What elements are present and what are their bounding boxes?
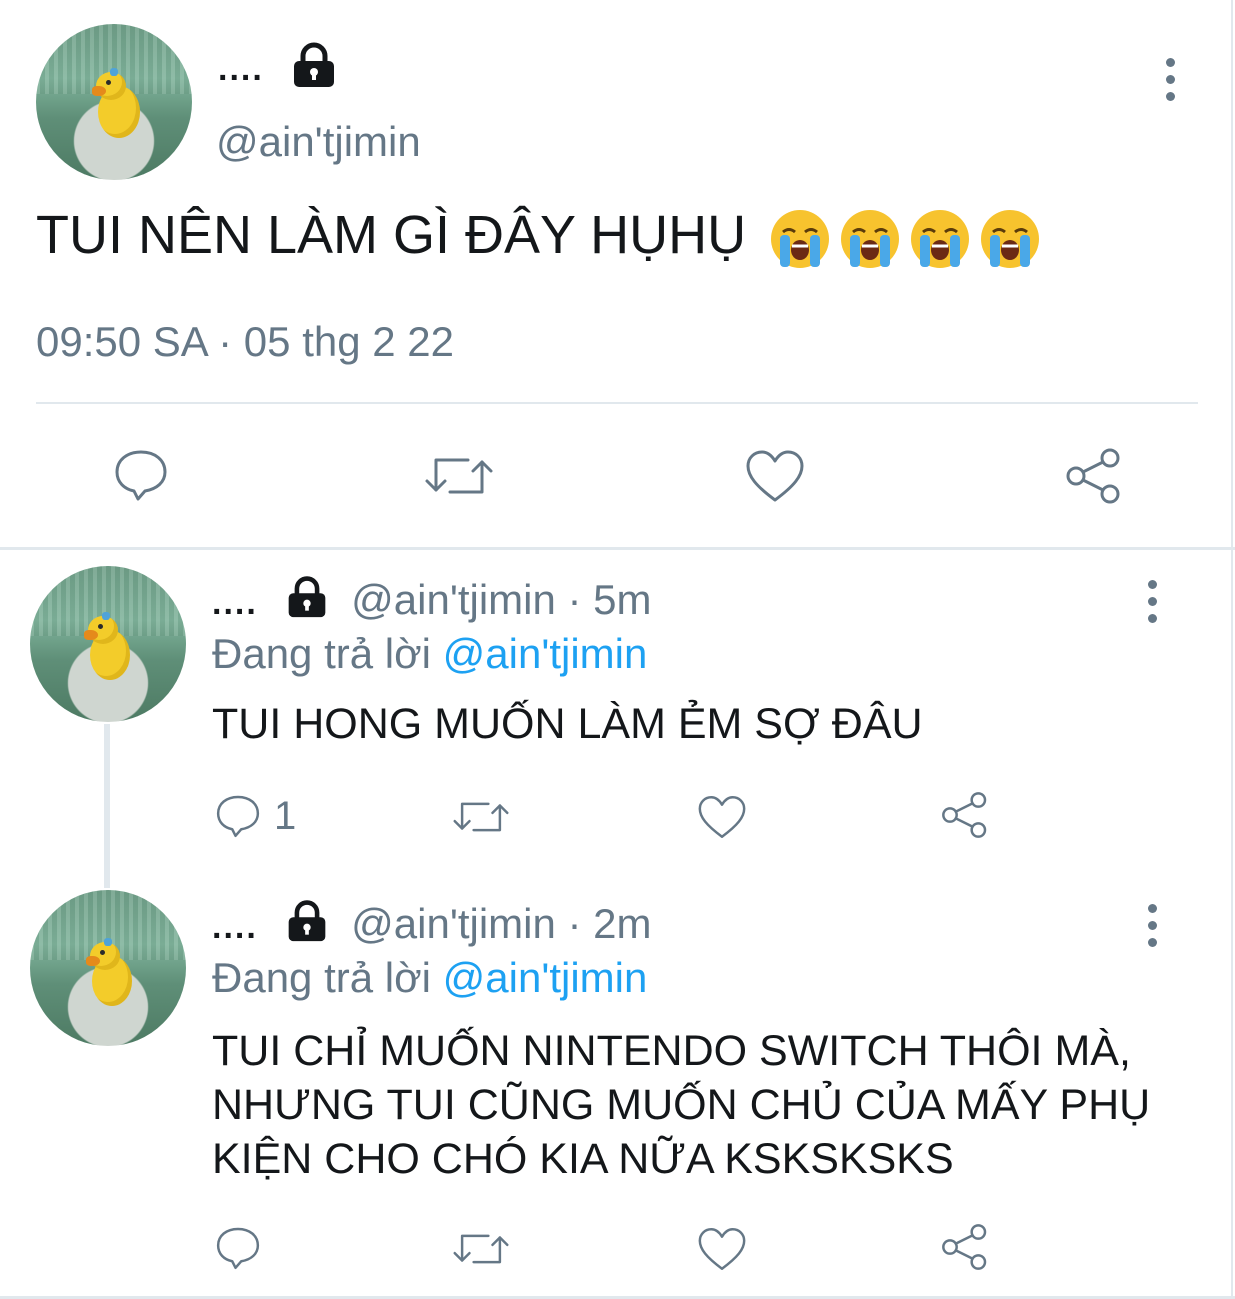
reply-icon[interactable]	[214, 792, 262, 840]
avatar[interactable]	[36, 24, 192, 180]
replying-to: Đang trả lời @ain'tjimin	[212, 630, 647, 678]
replying-to: Đang trả lời @ain'tjimin	[212, 954, 647, 1002]
like-icon[interactable]	[744, 448, 806, 504]
reply-time: · 2m	[567, 900, 652, 947]
share-icon[interactable]	[940, 790, 990, 840]
reply-text: TUI CHỈ MUỐN NINTENDO SWITCH THÔI MÀ, NH…	[212, 1024, 1150, 1186]
replying-to-handle[interactable]: @ain'tjimin	[443, 630, 648, 677]
reply-header: .... @ain'tjimin · 5m	[212, 574, 652, 624]
display-name[interactable]: ....	[218, 50, 264, 89]
lock-icon	[294, 42, 334, 87]
reply-text: TUI HONG MUỐN LÀM ẺM SỢ ĐÂU	[212, 700, 923, 748]
crying-face-icon	[909, 208, 971, 270]
like-icon[interactable]	[696, 794, 748, 840]
section-divider	[0, 547, 1235, 550]
retweet-icon[interactable]	[424, 448, 494, 504]
share-icon[interactable]	[1064, 446, 1124, 506]
reply-text-line: NHƯNG TUI CŨNG MUỐN CHỦ CỦA MẤY PHỤ	[212, 1081, 1151, 1129]
avatar[interactable]	[30, 566, 186, 722]
crying-face-icon	[769, 208, 831, 270]
more-options-icon[interactable]	[1148, 580, 1158, 631]
reply-text-line: KIỆN CHO CHÓ KIA NỮA KSKSKSKS	[212, 1135, 954, 1183]
more-options-icon[interactable]	[1148, 904, 1158, 955]
right-border	[1231, 0, 1233, 1299]
display-name[interactable]: ....	[212, 584, 258, 622]
reply-icon[interactable]	[112, 446, 170, 504]
handle[interactable]: @ain'tjimin	[351, 900, 556, 947]
crying-face-icon	[979, 208, 1041, 270]
reply-count: 1	[274, 794, 297, 838]
like-icon[interactable]	[696, 1226, 748, 1272]
lock-icon	[289, 576, 326, 618]
share-icon[interactable]	[940, 1222, 990, 1272]
replying-to-handle[interactable]: @ain'tjimin	[443, 954, 648, 1001]
replying-prefix: Đang trả lời	[212, 954, 431, 1001]
replying-prefix: Đang trả lời	[212, 630, 431, 677]
more-options-icon[interactable]	[1166, 58, 1176, 109]
reply-header: .... @ain'tjimin · 2m	[212, 898, 652, 948]
lock-icon	[289, 900, 326, 942]
reply-time: · 5m	[567, 576, 652, 623]
divider	[36, 402, 1198, 404]
display-name[interactable]: ....	[212, 908, 258, 946]
handle[interactable]: @ain'tjimin	[216, 118, 421, 166]
reply-icon[interactable]	[214, 1224, 262, 1272]
tweet-text-body: TUI NÊN LÀM GÌ ĐÂY HỤHỤ	[36, 205, 747, 265]
tweet-timestamp[interactable]: 09:50 SA · 05 thg 2 22	[36, 318, 454, 366]
avatar[interactable]	[30, 890, 186, 1046]
retweet-icon[interactable]	[452, 1226, 510, 1272]
handle[interactable]: @ain'tjimin	[351, 576, 556, 623]
crying-face-icon	[839, 208, 901, 270]
tweet-text: TUI NÊN LÀM GÌ ĐÂY HỤHỤ	[36, 204, 1041, 270]
reply-text-line: TUI CHỈ MUỐN NINTENDO SWITCH THÔI MÀ,	[212, 1027, 1131, 1075]
thread-line	[104, 724, 110, 888]
retweet-icon[interactable]	[452, 794, 510, 840]
